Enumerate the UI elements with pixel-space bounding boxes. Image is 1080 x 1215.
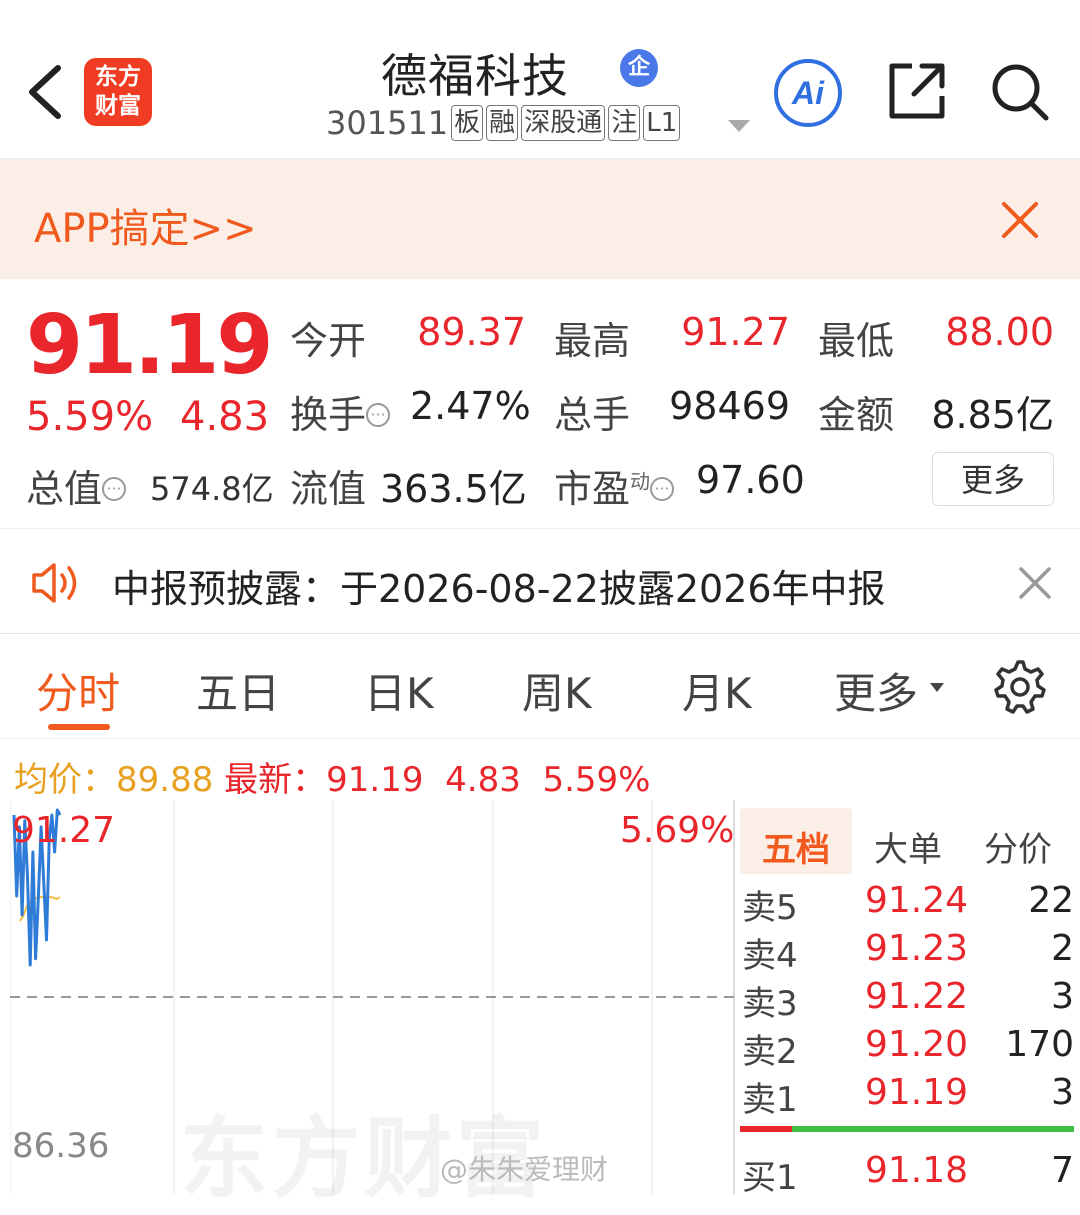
amount-value: 8.85亿: [931, 393, 1054, 437]
sell1-volume: 3: [1051, 1072, 1074, 1113]
chart-top-price-label: 91.27: [12, 810, 116, 851]
change-value: 4.83: [180, 394, 270, 440]
pe-value: 97.60: [696, 458, 805, 502]
tab-more[interactable]: 更多: [834, 660, 918, 721]
open-label: 今开: [290, 319, 367, 363]
turnover-label-text: 换手: [290, 393, 367, 437]
sell3-price: 91.22: [864, 976, 968, 1017]
promo-banner-text[interactable]: APP搞定>>: [34, 196, 257, 254]
tag-registration: 注: [608, 105, 641, 141]
pe-dynamic-superscript: 动: [630, 469, 651, 494]
sell-strength-bar: [792, 1126, 1074, 1132]
close-icon[interactable]: [1000, 200, 1040, 240]
amount-label: 金额: [818, 393, 895, 437]
low-label: 最低: [818, 319, 895, 363]
tag-margin: 融: [486, 105, 519, 141]
orderbook-tab-five-levels[interactable]: 五档: [762, 822, 830, 871]
tab-weekly-k[interactable]: 周K: [522, 660, 592, 721]
sell2-price: 91.20: [864, 1024, 968, 1065]
weibo-watermark: @朱朱爱理财: [440, 1153, 609, 1186]
latest-percent: 5.59%: [542, 760, 651, 800]
sell2-label: 卖2: [742, 1032, 798, 1072]
sell2-volume: 170: [1005, 1024, 1074, 1065]
info-icon[interactable]: ···: [366, 403, 391, 427]
latest-label: 最新：: [224, 760, 327, 800]
buy1-label: 买1: [742, 1158, 798, 1198]
market-cap-label-text: 总值: [26, 467, 103, 511]
market-cap-label[interactable]: 总值 ···: [26, 458, 127, 513]
info-icon[interactable]: ···: [650, 477, 675, 501]
divider: [0, 528, 1080, 529]
current-price: 91.19: [26, 298, 273, 393]
sell4-label: 卖4: [742, 936, 798, 976]
tab-daily-k[interactable]: 日K: [364, 660, 434, 721]
price-summary-line: 均价：89.88 最新：91.19 4.83 5.59%: [14, 752, 650, 801]
stock-code-row[interactable]: 301511 板融深股通注 L1: [326, 104, 681, 148]
speaker-icon: [32, 563, 77, 603]
pe-label[interactable]: 市盈动 ···: [554, 458, 675, 513]
tag-stock-connect: 深股通: [521, 105, 606, 141]
logo-text-line1: 东方: [95, 64, 141, 90]
latest-change: 4.83: [445, 760, 521, 800]
turnover-value: 2.47%: [410, 384, 531, 428]
chevron-down-icon[interactable]: [930, 683, 944, 692]
sell4-volume: 2: [1051, 928, 1074, 969]
high-value: 91.27: [681, 310, 790, 354]
buy1-volume: 7: [1051, 1150, 1074, 1191]
more-quote-button[interactable]: 更多: [932, 452, 1054, 506]
sell5-price: 91.24: [864, 880, 968, 921]
avg-price-label: 均价：: [14, 760, 116, 800]
volume-value: 98469: [669, 384, 790, 428]
open-value: 89.37: [417, 310, 526, 354]
tab-five-day[interactable]: 五日: [196, 660, 280, 721]
logo-text-line2: 财富: [95, 93, 141, 119]
avg-price-line: [19, 894, 61, 922]
back-arrow-icon[interactable]: [22, 62, 72, 122]
enterprise-badge-icon: 企: [620, 49, 658, 87]
eastmoney-logo[interactable]: 东方 财富: [84, 58, 152, 126]
dropdown-caret-icon[interactable]: [728, 120, 750, 132]
stock-name: 德福科技: [381, 49, 569, 103]
search-icon[interactable]: [990, 62, 1050, 122]
sell5-volume: 22: [1028, 880, 1074, 921]
low-value: 88.00: [945, 310, 1054, 354]
change-percent: 5.59%: [26, 394, 154, 440]
ai-assistant-icon[interactable]: Ai: [772, 57, 844, 129]
latest-value: 91.19: [326, 760, 424, 800]
high-label: 最高: [554, 319, 631, 363]
tab-active-indicator: [48, 724, 110, 730]
buy-strength-bar: [740, 1126, 792, 1132]
sell3-label: 卖3: [742, 984, 798, 1024]
sell4-price: 91.23: [864, 928, 968, 969]
turnover-label[interactable]: 换手 ···: [290, 384, 391, 439]
tag-level1: L1: [643, 105, 681, 141]
float-cap-label: 流值: [290, 467, 367, 511]
orderbook-tab-price-levels[interactable]: 分价: [984, 822, 1052, 871]
tag-board: 板: [451, 105, 484, 141]
chart-top-percent-label: 5.69%: [620, 810, 735, 851]
float-cap-value: 363.5亿: [380, 467, 527, 511]
stock-code: 301511: [326, 104, 449, 142]
market-cap-value: 574.8亿: [150, 470, 274, 508]
gear-icon[interactable]: [990, 658, 1046, 714]
orderbook-tab-big-orders[interactable]: 大单: [874, 822, 942, 871]
tab-monthly-k[interactable]: 月K: [682, 660, 752, 721]
sell5-label: 卖5: [742, 888, 798, 928]
info-icon[interactable]: ···: [102, 477, 127, 501]
ai-label: Ai: [791, 75, 825, 111]
divider: [0, 738, 1080, 739]
sell1-price: 91.19: [864, 1072, 968, 1113]
pe-label-text: 市盈: [554, 467, 631, 511]
notice-text[interactable]: 中报预披露：于2026-08-22披露2026年中报: [112, 558, 886, 613]
divider: [0, 633, 1080, 634]
sell3-volume: 3: [1051, 976, 1074, 1017]
avg-price-value: 89.88: [116, 760, 214, 800]
sell1-label: 卖1: [742, 1080, 798, 1120]
volume-label: 总手: [554, 393, 631, 437]
tab-intraday[interactable]: 分时: [36, 660, 120, 721]
buy1-price: 91.18: [864, 1150, 968, 1191]
share-icon[interactable]: [886, 60, 948, 122]
chart-base-price-label: 86.36: [12, 1126, 110, 1166]
close-icon[interactable]: [1018, 566, 1052, 600]
